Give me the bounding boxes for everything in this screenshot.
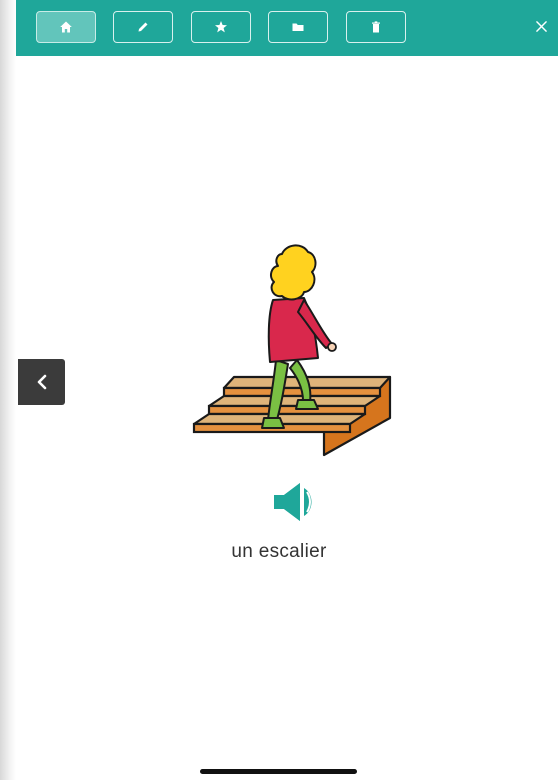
word-caption: un escalier	[231, 541, 327, 562]
app-screen: un escalier	[0, 0, 558, 780]
stairs-illustration	[192, 244, 392, 457]
edit-button[interactable]	[113, 11, 173, 43]
trash-icon	[372, 21, 380, 33]
delete-button[interactable]	[346, 11, 406, 43]
device-edge	[0, 0, 16, 780]
speaker-icon[interactable]	[270, 480, 318, 524]
top-toolbar	[16, 0, 558, 56]
folder-button[interactable]	[268, 11, 328, 43]
chevron-left-icon	[37, 374, 46, 390]
home-indicator	[200, 769, 357, 774]
home-icon	[60, 21, 72, 33]
close-icon	[535, 20, 547, 32]
pencil-icon	[138, 22, 148, 32]
close-button[interactable]	[532, 17, 550, 35]
favorites-button[interactable]	[191, 11, 251, 43]
folder-icon	[292, 23, 304, 31]
star-icon	[215, 21, 227, 33]
home-button[interactable]	[36, 11, 96, 43]
back-button[interactable]	[18, 359, 65, 405]
